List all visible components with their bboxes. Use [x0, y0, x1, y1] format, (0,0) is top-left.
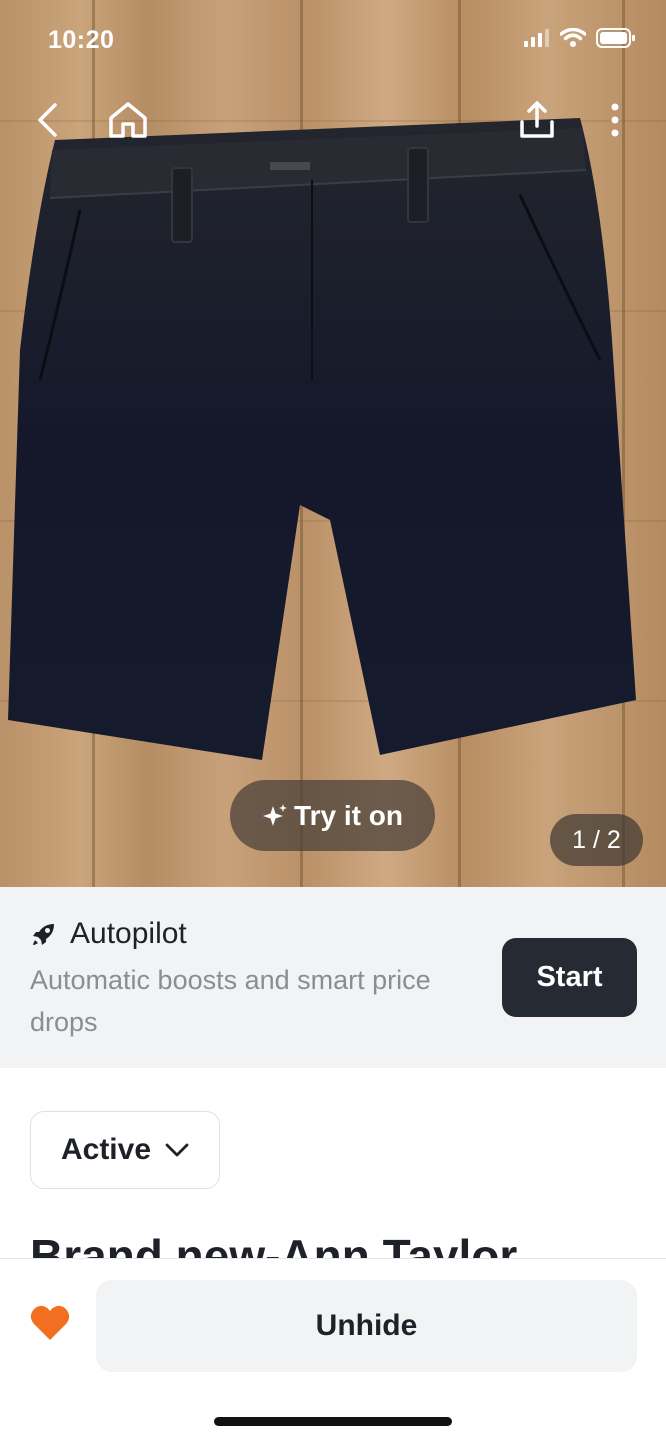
share-button[interactable]: [513, 96, 561, 144]
wifi-icon: [560, 28, 586, 47]
status-time: 10:20: [48, 26, 115, 54]
bottom-action-bar: Unhide: [0, 1258, 666, 1440]
home-indicator: [214, 1417, 452, 1426]
chevron-left-icon: [38, 103, 57, 137]
listing-status-label: Active: [60, 1133, 152, 1166]
battery-icon: [596, 28, 635, 48]
autopilot-description: Automatic boosts and smart price drops: [30, 965, 431, 1037]
home-button[interactable]: [104, 96, 152, 144]
photo-counter: 1 / 2: [550, 814, 643, 866]
sparkle-icon: [263, 803, 288, 826]
rocket-icon: [33, 924, 54, 945]
listing-photo[interactable]: 10:20 Try it on 1 / 2: [0, 0, 666, 887]
back-button[interactable]: [24, 96, 72, 144]
more-button[interactable]: [591, 96, 639, 144]
try-it-on-button[interactable]: Try it on: [230, 780, 435, 851]
home-icon: [109, 102, 147, 138]
share-icon: [520, 101, 554, 138]
shorts-image: [8, 118, 636, 760]
listing-status-dropdown[interactable]: Active: [30, 1111, 220, 1189]
autopilot-panel: Autopilot Automatic boosts and smart pri…: [0, 887, 666, 1068]
chevron-down-icon: [165, 1143, 189, 1157]
listing-title: Brand new-Ann Taylor: [30, 1228, 650, 1258]
autopilot-start-button[interactable]: Start: [502, 938, 637, 1017]
status-bar: 10:20: [0, 0, 666, 80]
autopilot-title: Autopilot: [70, 917, 187, 950]
try-it-on-label: Try it on: [294, 799, 403, 831]
signal-icon: [524, 29, 549, 47]
unhide-button[interactable]: Unhide: [96, 1280, 637, 1372]
heart-icon[interactable]: [28, 1301, 72, 1345]
listing-title-text: Brand new-Ann Taylor: [30, 1230, 518, 1258]
more-vertical-icon: [611, 103, 619, 137]
